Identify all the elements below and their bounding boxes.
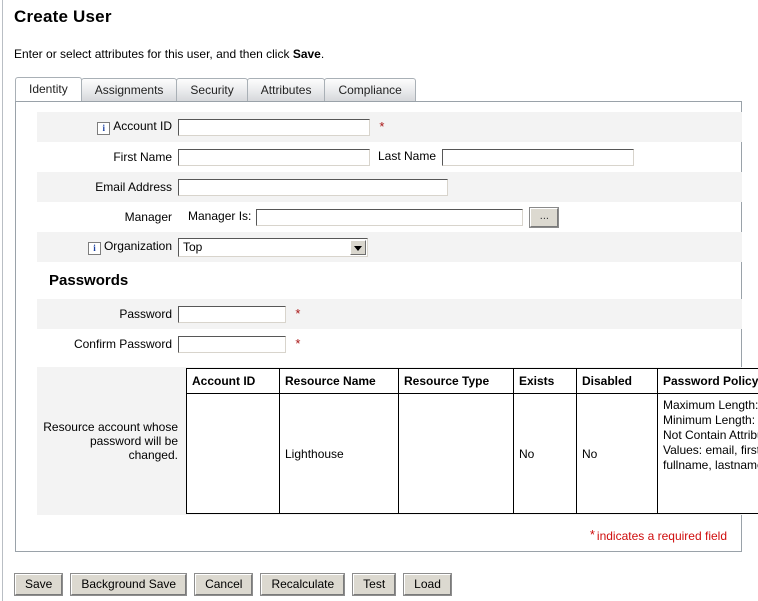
account-id-input[interactable] [178, 118, 370, 136]
resource-account-section: Resource account whose password will be … [37, 367, 758, 515]
form-row-name: First Name Last Name [37, 142, 742, 172]
manager-label-cell: Manager [37, 202, 178, 232]
save-button[interactable]: Save [13, 573, 64, 596]
name-fields-cell: Last Name [178, 142, 742, 172]
first-name-label: First Name [113, 150, 172, 164]
form-row-organization: i Organization Top [37, 232, 742, 262]
resource-table-description: Resource account whose password will be … [43, 420, 178, 462]
required-note-text: indicates a required field [596, 529, 727, 543]
recalculate-button[interactable]: Recalculate [260, 573, 346, 596]
tab-identity[interactable]: Identity [15, 77, 82, 101]
cell-password-policy: Maximum Length: 16 Minimum Length: 4 Mus… [657, 393, 758, 514]
form-row-account-id: i Account ID * [37, 112, 742, 142]
manager-field-cell: Manager Is:... [178, 202, 742, 232]
email-label-cell: Email Address [37, 172, 178, 202]
tab-compliance[interactable]: Compliance [324, 78, 416, 101]
column-header-resource-type: Resource Type [398, 368, 514, 394]
tab-bar: Identity Assignments Security Attributes Com… [15, 77, 751, 101]
info-icon[interactable]: i [97, 122, 111, 135]
organization-selected-value: Top [183, 239, 203, 254]
resource-grid-header-row: Account ID Resource Name Resource Type E… [186, 368, 758, 394]
last-name-input[interactable] [442, 148, 635, 166]
action-button-bar: Save Background Save Cancel Recalculate Test… [13, 573, 751, 596]
cell-account-id [186, 393, 280, 514]
form-row-password: Password * [37, 299, 742, 329]
column-header-exists: Exists [513, 368, 577, 394]
organization-field-cell: Top [178, 232, 742, 262]
confirm-password-label: Confirm Password [73, 337, 172, 351]
cell-exists: No [513, 393, 577, 514]
load-button[interactable]: Load [403, 573, 452, 596]
organization-label: Organization [103, 239, 172, 253]
column-header-resource-name: Resource Name [279, 368, 399, 394]
password-label-cell: Password [37, 299, 178, 329]
manager-is-label: Manager Is: [188, 209, 252, 224]
form-row-email: Email Address [37, 172, 742, 202]
password-field-cell: * [178, 299, 742, 329]
password-label: Password [119, 307, 172, 321]
cell-resource-name: Lighthouse [279, 393, 399, 514]
page-title: Create User [14, 7, 112, 26]
last-name-label: Last Name [378, 149, 437, 164]
page-content: Create User Enter or select attributes f… [11, 0, 758, 596]
column-header-disabled: Disabled [576, 368, 658, 394]
test-button[interactable]: Test [352, 573, 397, 596]
column-header-account-id: Account ID [186, 368, 280, 394]
tab-attributes[interactable]: Attributes [246, 78, 326, 101]
identity-form-table: i Account ID * First Name Last Name Email… [37, 112, 742, 262]
confirm-password-input[interactable] [178, 335, 286, 353]
required-field-note: * indicates a required field [16, 527, 727, 543]
first-name-label-cell: First Name [37, 142, 178, 172]
manager-browse-button[interactable]: ... [529, 206, 560, 228]
account-id-label-cell: i Account ID [37, 112, 178, 142]
password-input[interactable] [178, 305, 286, 323]
confirm-password-field-cell: * [178, 329, 742, 359]
organization-label-cell: i Organization [37, 232, 178, 262]
required-note-star: * [589, 527, 595, 542]
form-row-confirm-password: Confirm Password * [37, 329, 742, 359]
account-id-label: Account ID [113, 119, 172, 133]
password-required-marker: * [295, 306, 301, 322]
manager-input[interactable] [256, 208, 524, 226]
email-field-cell [178, 172, 742, 202]
form-row-manager: Manager Manager Is:... [37, 202, 742, 232]
passwords-form-table: Password * Confirm Password * [37, 299, 742, 359]
instructions-text-after: . [320, 47, 325, 61]
chevron-down-icon[interactable] [350, 239, 366, 255]
background-save-button[interactable]: Background Save [70, 573, 188, 596]
cell-resource-type [398, 393, 514, 514]
page-instructions: Enter or select attributes for this user… [14, 47, 751, 61]
account-id-required-marker: * [379, 119, 385, 135]
first-name-input[interactable] [178, 148, 370, 166]
info-icon[interactable]: i [87, 242, 101, 255]
email-label: Email Address [95, 180, 172, 194]
instructions-save-word: Save [292, 47, 321, 61]
passwords-section-heading: Passwords [49, 272, 129, 289]
tab-assignments[interactable]: Assignments [80, 78, 178, 101]
tab-security[interactable]: Security [176, 78, 248, 101]
page-left-border [2, 0, 3, 601]
cell-disabled: No [576, 393, 658, 514]
manager-label: Manager [124, 210, 172, 224]
identity-form-panel: i Account ID * First Name Last Name Email… [15, 101, 758, 552]
email-input[interactable] [178, 178, 448, 196]
resource-grid-cell: Account ID Resource Name Resource Type E… [185, 367, 758, 515]
confirm-password-label-cell: Confirm Password [37, 329, 178, 359]
table-row: Lighthouse No No Maximum Length: 16 Mini… [186, 393, 758, 514]
column-header-password-policy: Password Policy [657, 368, 758, 394]
instructions-text-before: Enter or select attributes for this user… [14, 47, 293, 61]
resource-grid: Account ID Resource Name Resource Type E… [186, 368, 758, 514]
cancel-button[interactable]: Cancel [194, 573, 254, 596]
confirm-password-required-marker: * [295, 336, 301, 352]
organization-select[interactable]: Top [178, 237, 368, 257]
account-id-field-cell: * [178, 112, 742, 142]
